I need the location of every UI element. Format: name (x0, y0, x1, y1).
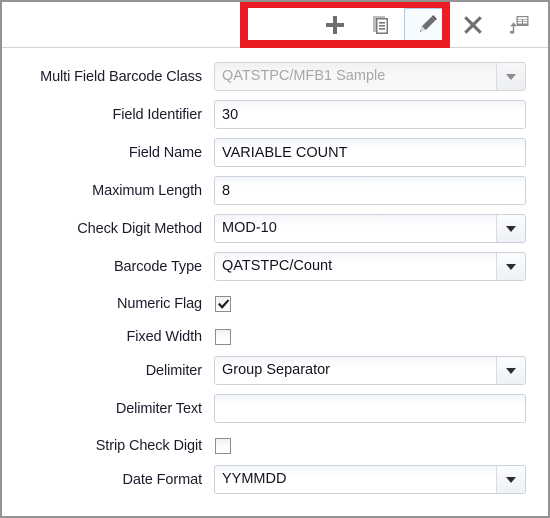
multi-field-barcode-editor-window: Multi Field Barcode Class QATSTPC/MFB1 S… (0, 0, 550, 518)
form-row-field-identifier: Field Identifier (8, 100, 526, 129)
field-identifier-input[interactable] (214, 100, 526, 129)
numeric-flag-checkbox[interactable] (215, 296, 231, 312)
delimiter-select[interactable]: Group Separator (214, 356, 526, 385)
field-name-input[interactable] (214, 138, 526, 167)
export-to-table-icon (508, 14, 530, 36)
export-to-grid-button[interactable] (496, 8, 542, 42)
form-row-numeric-flag: Numeric Flag (8, 290, 526, 318)
control-numeric-flag (214, 296, 526, 312)
chevron-down-icon[interactable] (496, 63, 525, 90)
strip-check-digit-checkbox[interactable] (215, 438, 231, 454)
delimiter-value: Group Separator (222, 362, 331, 378)
label-maximum-length: Maximum Length (92, 182, 202, 199)
barcode-field-form: Multi Field Barcode Class QATSTPC/MFB1 S… (2, 48, 548, 494)
date-format-select[interactable]: YYMMDD (214, 465, 526, 494)
label-field-identifier: Field Identifier (112, 106, 203, 123)
label-field-name: Field Name (128, 144, 202, 161)
check-digit-method-value: MOD-10 (222, 220, 277, 236)
label-delimiter-text: Delimiter Text (115, 400, 202, 417)
pencil-icon (416, 14, 438, 36)
control-delimiter-text (214, 394, 526, 423)
form-row-delimiter: Delimiter Group Separator (8, 356, 526, 385)
control-field-name (214, 138, 526, 167)
add-button[interactable] (312, 8, 358, 42)
form-row-date-format: Date Format YYMMDD (8, 465, 526, 494)
form-row-strip-check-digit: Strip Check Digit (8, 432, 526, 460)
maximum-length-input[interactable] (214, 176, 526, 205)
barcode-type-value: QATSTPC/Count (222, 258, 333, 274)
label-multi-field-barcode-class: Multi Field Barcode Class (40, 68, 202, 85)
multi-field-barcode-class-select[interactable]: QATSTPC/MFB1 Sample (214, 62, 526, 91)
copy-document-icon (370, 14, 392, 36)
delimiter-text-input[interactable] (214, 394, 526, 423)
control-multi-field-barcode-class: QATSTPC/MFB1 Sample (214, 62, 526, 91)
label-date-format: Date Format (122, 471, 203, 488)
form-row-multi-field-barcode-class: Multi Field Barcode Class QATSTPC/MFB1 S… (8, 62, 526, 91)
form-row-delimiter-text: Delimiter Text (8, 394, 526, 423)
form-row-barcode-type: Barcode Type QATSTPC/Count (8, 252, 526, 281)
control-fixed-width (214, 329, 526, 345)
copy-button[interactable] (358, 8, 404, 42)
control-check-digit-method: MOD-10 (214, 214, 526, 243)
control-field-identifier (214, 100, 526, 129)
form-row-maximum-length: Maximum Length (8, 176, 526, 205)
control-date-format: YYMMDD (214, 465, 526, 494)
label-strip-check-digit: Strip Check Digit (95, 438, 202, 454)
control-barcode-type: QATSTPC/Count (214, 252, 526, 281)
control-maximum-length (214, 176, 526, 205)
chevron-down-icon[interactable] (496, 357, 525, 384)
label-fixed-width: Fixed Width (126, 329, 203, 345)
checkmark-icon (217, 298, 230, 310)
multi-field-barcode-class-value: QATSTPC/MFB1 Sample (222, 68, 386, 84)
fixed-width-checkbox[interactable] (215, 329, 231, 345)
toolbar (2, 2, 548, 48)
label-delimiter: Delimiter (145, 362, 202, 379)
label-check-digit-method: Check Digit Method (77, 220, 202, 237)
delete-button[interactable] (450, 8, 496, 42)
chevron-down-icon[interactable] (496, 253, 525, 280)
close-x-icon (462, 14, 484, 36)
check-digit-method-select[interactable]: MOD-10 (214, 214, 526, 243)
form-row-check-digit-method: Check Digit Method MOD-10 (8, 214, 526, 243)
chevron-down-icon[interactable] (496, 466, 525, 493)
barcode-type-select[interactable]: QATSTPC/Count (214, 252, 526, 281)
chevron-down-icon[interactable] (496, 215, 525, 242)
edit-button[interactable] (404, 7, 450, 42)
control-strip-check-digit (214, 438, 526, 454)
date-format-value: YYMMDD (222, 471, 287, 487)
form-row-fixed-width: Fixed Width (8, 323, 526, 351)
label-numeric-flag: Numeric Flag (116, 296, 202, 312)
plus-icon (324, 14, 346, 36)
form-row-field-name: Field Name (8, 138, 526, 167)
control-delimiter: Group Separator (214, 356, 526, 385)
label-barcode-type: Barcode Type (113, 258, 202, 275)
